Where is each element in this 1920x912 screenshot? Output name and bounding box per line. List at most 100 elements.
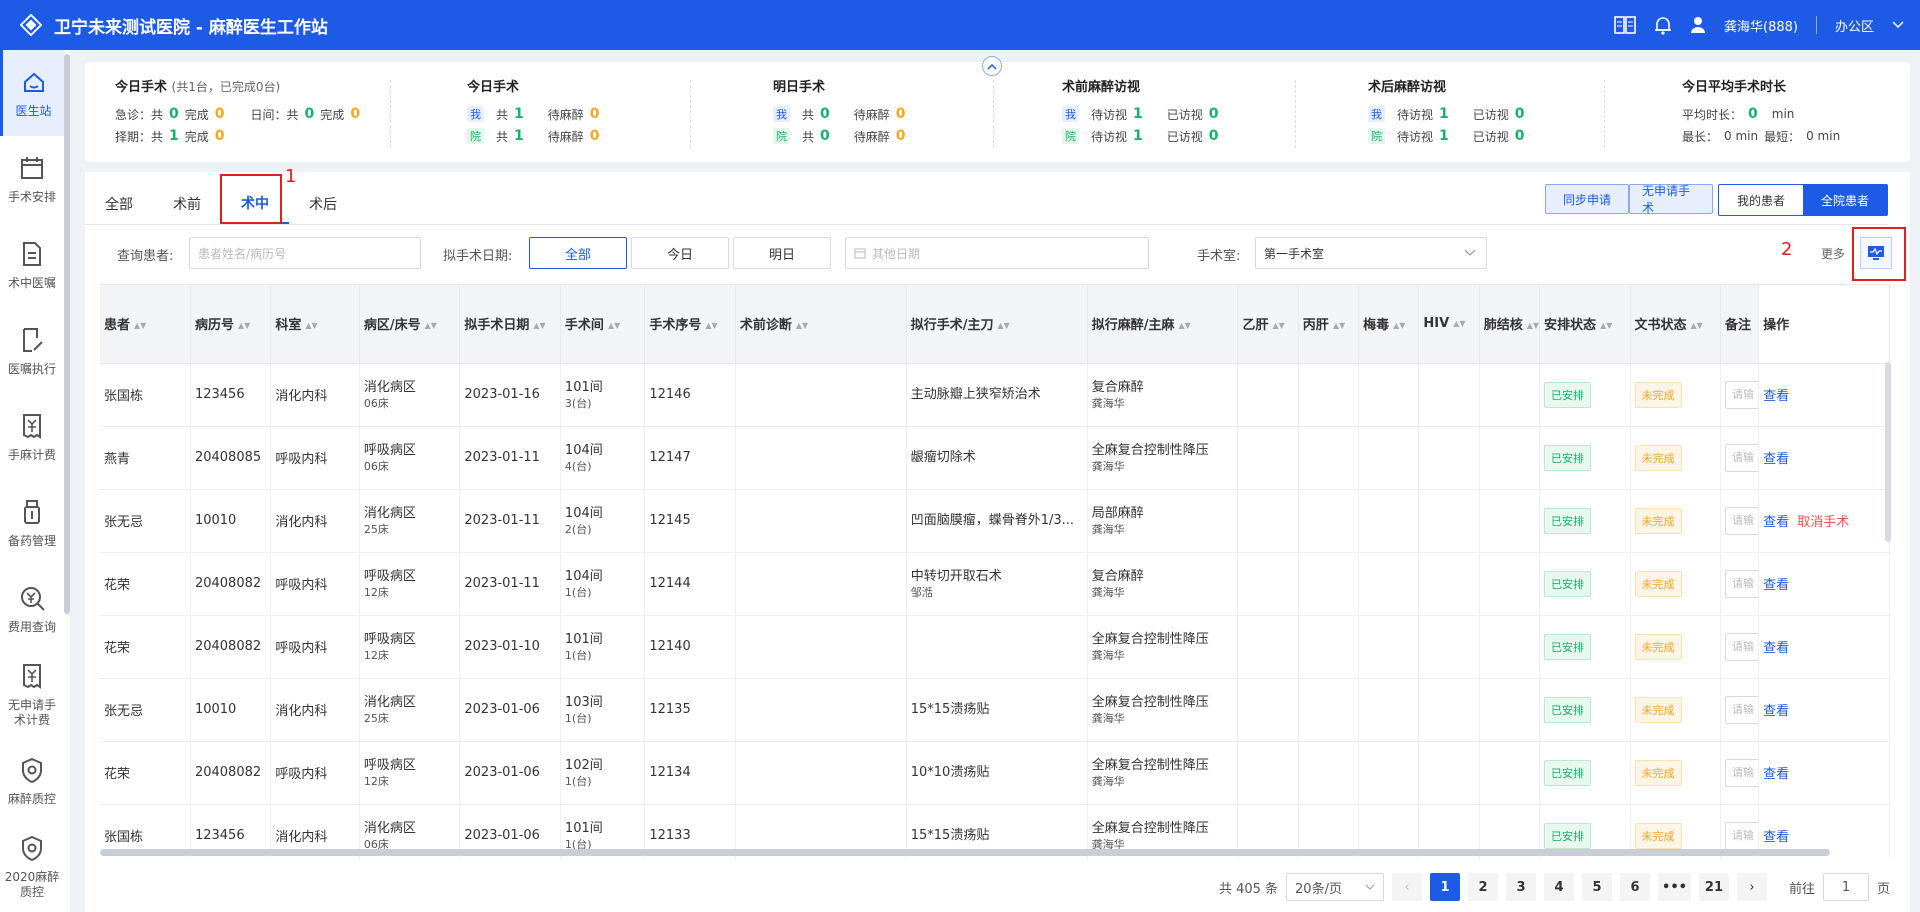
date-tomorrow-button[interactable]: 明日 bbox=[733, 237, 831, 269]
book-icon[interactable] bbox=[1614, 16, 1636, 34]
page-button[interactable]: 2 bbox=[1468, 873, 1499, 901]
column-header[interactable]: 拟行手术/主刀 ▲▼ bbox=[906, 285, 1088, 364]
table-row[interactable]: 花荣 20408082 呼吸内科 呼吸病区 12床 2023-01-06 102间 1(台) 1… bbox=[100, 741, 1890, 805]
sidebar-item[interactable]: 术中医嘱 bbox=[0, 222, 64, 308]
column-header[interactable]: 科室 ▲▼ bbox=[270, 285, 360, 364]
view-link[interactable]: 查看 bbox=[1763, 578, 1789, 593]
sidebar-item[interactable]: 无申请手术计费 bbox=[0, 652, 64, 738]
sort-icon[interactable]: ▲▼ bbox=[238, 321, 250, 330]
sort-icon[interactable]: ▲▼ bbox=[1178, 321, 1190, 330]
column-header[interactable]: 安排状态 ▲▼ bbox=[1539, 285, 1631, 364]
note-input[interactable]: 请输 bbox=[1724, 443, 1758, 472]
all-patients-button[interactable]: 全院患者 bbox=[1803, 185, 1887, 215]
note-input[interactable]: 请输 bbox=[1724, 758, 1758, 787]
sort-icon[interactable]: ▲▼ bbox=[608, 321, 620, 330]
note-input[interactable]: 请输 bbox=[1724, 632, 1758, 661]
monitor-button[interactable] bbox=[1860, 237, 1892, 269]
note-input[interactable]: 请输 bbox=[1724, 695, 1758, 724]
column-header[interactable]: 术前诊断 ▲▼ bbox=[735, 285, 907, 364]
column-header[interactable]: 梅毒 ▲▼ bbox=[1358, 285, 1420, 364]
column-header[interactable]: 手术间 ▲▼ bbox=[560, 285, 646, 364]
page-button[interactable]: 1 bbox=[1430, 873, 1461, 901]
page-button[interactable]: 5 bbox=[1582, 873, 1613, 901]
no-apply-surgery-button[interactable]: 无申请手术 bbox=[1629, 184, 1713, 215]
note-input[interactable]: 请输 bbox=[1724, 380, 1758, 409]
view-link[interactable]: 查看 bbox=[1763, 641, 1789, 656]
sort-icon[interactable]: ▲▼ bbox=[1393, 321, 1405, 330]
column-header[interactable]: 操作 bbox=[1758, 285, 1890, 364]
user-name[interactable]: 龚海华(888) bbox=[1724, 16, 1798, 35]
sort-icon[interactable]: ▲▼ bbox=[533, 321, 545, 330]
note-input[interactable]: 请输 bbox=[1724, 821, 1758, 850]
column-header[interactable]: 患者 ▲▼ bbox=[100, 285, 191, 364]
tab-3[interactable]: 术后 bbox=[289, 184, 357, 224]
goto-page-input[interactable]: 1 bbox=[1822, 873, 1869, 901]
tab-1[interactable]: 术前 bbox=[153, 184, 221, 224]
location-label[interactable]: 办公区 bbox=[1835, 16, 1874, 35]
table-row[interactable]: 张无忌 10010 消化内科 消化病区 25床 2023-01-06 103间 1(台) 121… bbox=[100, 678, 1890, 742]
sort-icon[interactable]: ▲▼ bbox=[425, 321, 437, 330]
sort-icon[interactable]: ▲▼ bbox=[796, 321, 808, 330]
note-input[interactable]: 请输 bbox=[1724, 506, 1758, 535]
other-date-picker[interactable]: 其他日期 bbox=[845, 237, 1149, 269]
view-link[interactable]: 查看 bbox=[1763, 704, 1789, 719]
sort-icon[interactable]: ▲▼ bbox=[1273, 321, 1285, 330]
table-row[interactable]: 花荣 20408082 呼吸内科 呼吸病区 12床 2023-01-10 101间 1(台) 1… bbox=[100, 615, 1890, 679]
table-row[interactable]: 花荣 20408082 呼吸内科 呼吸病区 12床 2023-01-11 104间 1(台) 1… bbox=[100, 552, 1890, 616]
sort-icon[interactable]: ▲▼ bbox=[1453, 319, 1465, 328]
sort-icon[interactable]: ▲▼ bbox=[1691, 321, 1703, 330]
page-button[interactable]: 4 bbox=[1544, 873, 1575, 901]
view-link[interactable]: 查看 bbox=[1763, 515, 1789, 530]
column-header[interactable]: 拟手术日期 ▲▼ bbox=[459, 285, 561, 364]
page-button[interactable]: 3 bbox=[1506, 873, 1537, 901]
note-input[interactable]: 请输 bbox=[1724, 569, 1758, 598]
sync-apply-button[interactable]: 同步申请 bbox=[1545, 184, 1629, 214]
bell-icon[interactable] bbox=[1654, 15, 1672, 35]
column-header[interactable]: 肺结核 ▲▼ bbox=[1479, 285, 1541, 364]
sort-icon[interactable]: ▲▼ bbox=[997, 321, 1009, 330]
page-button[interactable]: 21 bbox=[1698, 873, 1729, 901]
room-select[interactable]: 第一手术室 bbox=[1255, 237, 1487, 269]
column-header[interactable]: 乙肝 ▲▼ bbox=[1237, 285, 1299, 364]
tab-0[interactable]: 全部 bbox=[85, 184, 153, 224]
user-avatar-icon[interactable] bbox=[1690, 16, 1706, 34]
collapse-stats-button[interactable] bbox=[982, 56, 1002, 76]
sidebar-item[interactable]: 麻醉质控 bbox=[0, 738, 64, 824]
sidebar-scrollbar[interactable] bbox=[64, 54, 70, 614]
view-link[interactable]: 查看 bbox=[1763, 452, 1789, 467]
my-patients-button[interactable]: 我的患者 bbox=[1719, 185, 1803, 215]
sort-icon[interactable]: ▲▼ bbox=[1527, 321, 1539, 330]
date-today-button[interactable]: 今日 bbox=[631, 237, 729, 269]
column-header[interactable]: 文书状态 ▲▼ bbox=[1630, 285, 1721, 364]
page-button[interactable]: ••• bbox=[1658, 873, 1691, 901]
column-header[interactable]: 病历号 ▲▼ bbox=[190, 285, 272, 364]
sidebar-item[interactable]: 手术安排 bbox=[0, 136, 64, 222]
sidebar-item[interactable]: 备药管理 bbox=[0, 480, 64, 566]
column-header[interactable]: 丙肝 ▲▼ bbox=[1298, 285, 1360, 364]
sort-icon[interactable]: ▲▼ bbox=[1600, 321, 1612, 330]
next-page-button[interactable]: › bbox=[1736, 873, 1767, 901]
page-size-select[interactable]: 20条/页 bbox=[1286, 873, 1385, 901]
table-horizontal-scrollbar[interactable] bbox=[100, 849, 1830, 856]
column-header[interactable]: 手术序号 ▲▼ bbox=[644, 285, 736, 364]
sort-icon[interactable]: ▲▼ bbox=[1333, 321, 1345, 330]
chevron-down-icon[interactable] bbox=[1892, 21, 1904, 29]
column-header[interactable]: HIV ▲▼ bbox=[1418, 285, 1480, 364]
view-link[interactable]: 查看 bbox=[1763, 767, 1789, 782]
date-all-button[interactable]: 全部 bbox=[529, 237, 627, 269]
cancel-surgery-link[interactable]: 取消手术 bbox=[1797, 515, 1849, 530]
sidebar-item[interactable]: 医生站 bbox=[0, 50, 64, 136]
prev-page-button[interactable]: ‹ bbox=[1392, 873, 1423, 901]
patient-search-input[interactable]: 患者姓名/病历号 bbox=[189, 237, 421, 269]
sort-icon[interactable]: ▲▼ bbox=[134, 321, 146, 330]
sort-icon[interactable]: ▲▼ bbox=[705, 321, 717, 330]
sidebar-item[interactable]: 手麻计费 bbox=[0, 394, 64, 480]
column-header[interactable]: 备注 bbox=[1720, 285, 1760, 364]
table-row[interactable]: 张国栋 123456 消化内科 消化病区 06床 2023-01-16 101间 3(台) 12… bbox=[100, 363, 1890, 427]
column-header[interactable]: 病区/床号 ▲▼ bbox=[359, 285, 461, 364]
sort-icon[interactable]: ▲▼ bbox=[305, 321, 317, 330]
table-vertical-scrollbar[interactable] bbox=[1885, 362, 1891, 542]
page-button[interactable]: 6 bbox=[1620, 873, 1651, 901]
table-row[interactable]: 燕青 20408085 呼吸内科 呼吸病区 06床 2023-01-11 104间 4(台) 1… bbox=[100, 426, 1890, 490]
more-filters-link[interactable]: 更多 bbox=[1821, 245, 1845, 262]
